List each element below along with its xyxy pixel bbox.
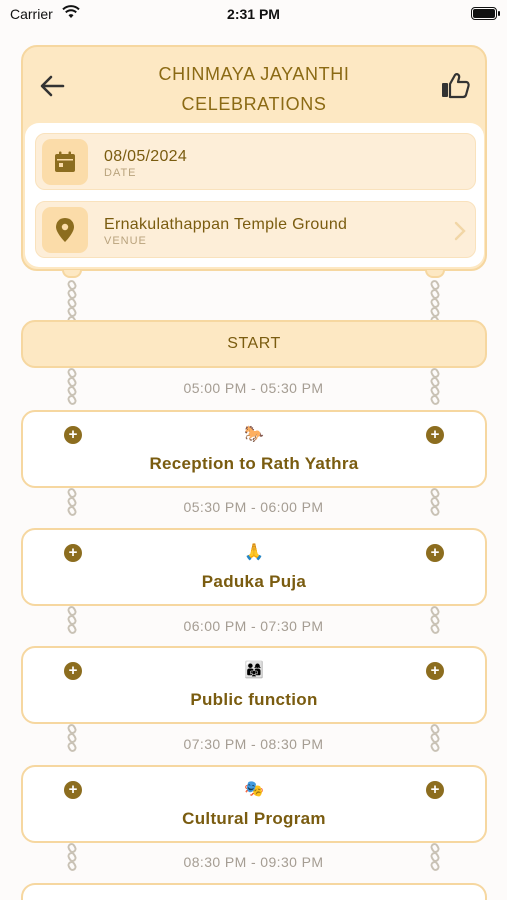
event-emoji-icon: 🙏 — [244, 544, 264, 561]
plus-circle-icon[interactable]: + — [426, 544, 444, 562]
event-title: Cultural Program — [182, 809, 326, 828]
event-card[interactable]: + 👨‍👩‍👧 + Public function — [21, 646, 487, 724]
chain-right-top — [425, 270, 445, 328]
battery-icon — [471, 7, 500, 20]
event-title: Reception to Rath Yathra — [149, 454, 359, 473]
event-emoji-icon: 🐎 — [244, 426, 264, 443]
chain-left-top — [62, 270, 82, 328]
event-info-panel: 08/05/2024 DATE Ernakulathappan Temple G… — [25, 123, 484, 267]
back-arrow-icon[interactable] — [37, 71, 67, 101]
event-title: Public function — [190, 690, 318, 709]
date-label: DATE — [104, 167, 137, 179]
chevron-right-icon — [454, 221, 466, 241]
event-time: 06:00 PM - 07:30 PM — [183, 618, 324, 634]
start-marker: START — [21, 320, 487, 368]
plus-circle-icon[interactable]: + — [426, 662, 444, 680]
title-line-2: CELEBRATIONS — [181, 94, 327, 114]
calendar-icon — [42, 139, 88, 185]
event-card[interactable]: + 🎭 + Cultural Program — [21, 765, 487, 843]
event-emoji-icon: 🎭 — [244, 781, 264, 798]
location-pin-icon — [42, 207, 88, 253]
title-line-1: CHINMAYA JAYANTHI — [158, 64, 350, 84]
event-time: 05:30 PM - 06:00 PM — [183, 499, 324, 515]
page-title: CHINMAYA JAYANTHI CELEBRATIONS — [93, 59, 415, 119]
event-time: 07:30 PM - 08:30 PM — [183, 736, 324, 752]
event-card[interactable] — [21, 883, 487, 900]
status-bar: Carrier 2:31 PM — [0, 0, 507, 30]
venue-row[interactable]: Ernakulathappan Temple Ground VENUE — [35, 201, 476, 258]
event-title: Paduka Puja — [201, 572, 307, 591]
venue-value: Ernakulathappan Temple Ground — [104, 216, 348, 233]
event-card[interactable]: + 🐎 + Reception to Rath Yathra — [21, 410, 487, 488]
event-emoji-icon: 👨‍👩‍👧 — [244, 662, 264, 679]
event-time: 05:00 PM - 05:30 PM — [183, 380, 324, 396]
event-header-card: CHINMAYA JAYANTHI CELEBRATIONS 08/05/202… — [21, 45, 487, 271]
event-card[interactable]: + 🙏 + Paduka Puja — [21, 528, 487, 606]
plus-circle-icon[interactable]: + — [426, 781, 444, 799]
plus-circle-icon[interactable]: + — [426, 426, 444, 444]
date-row: 08/05/2024 DATE — [35, 133, 476, 190]
thumbs-up-icon[interactable] — [439, 69, 471, 101]
venue-label: VENUE — [104, 235, 147, 247]
event-time: 08:30 PM - 09:30 PM — [183, 854, 324, 870]
status-time: 2:31 PM — [227, 6, 280, 22]
date-value: 08/05/2024 — [104, 148, 188, 165]
